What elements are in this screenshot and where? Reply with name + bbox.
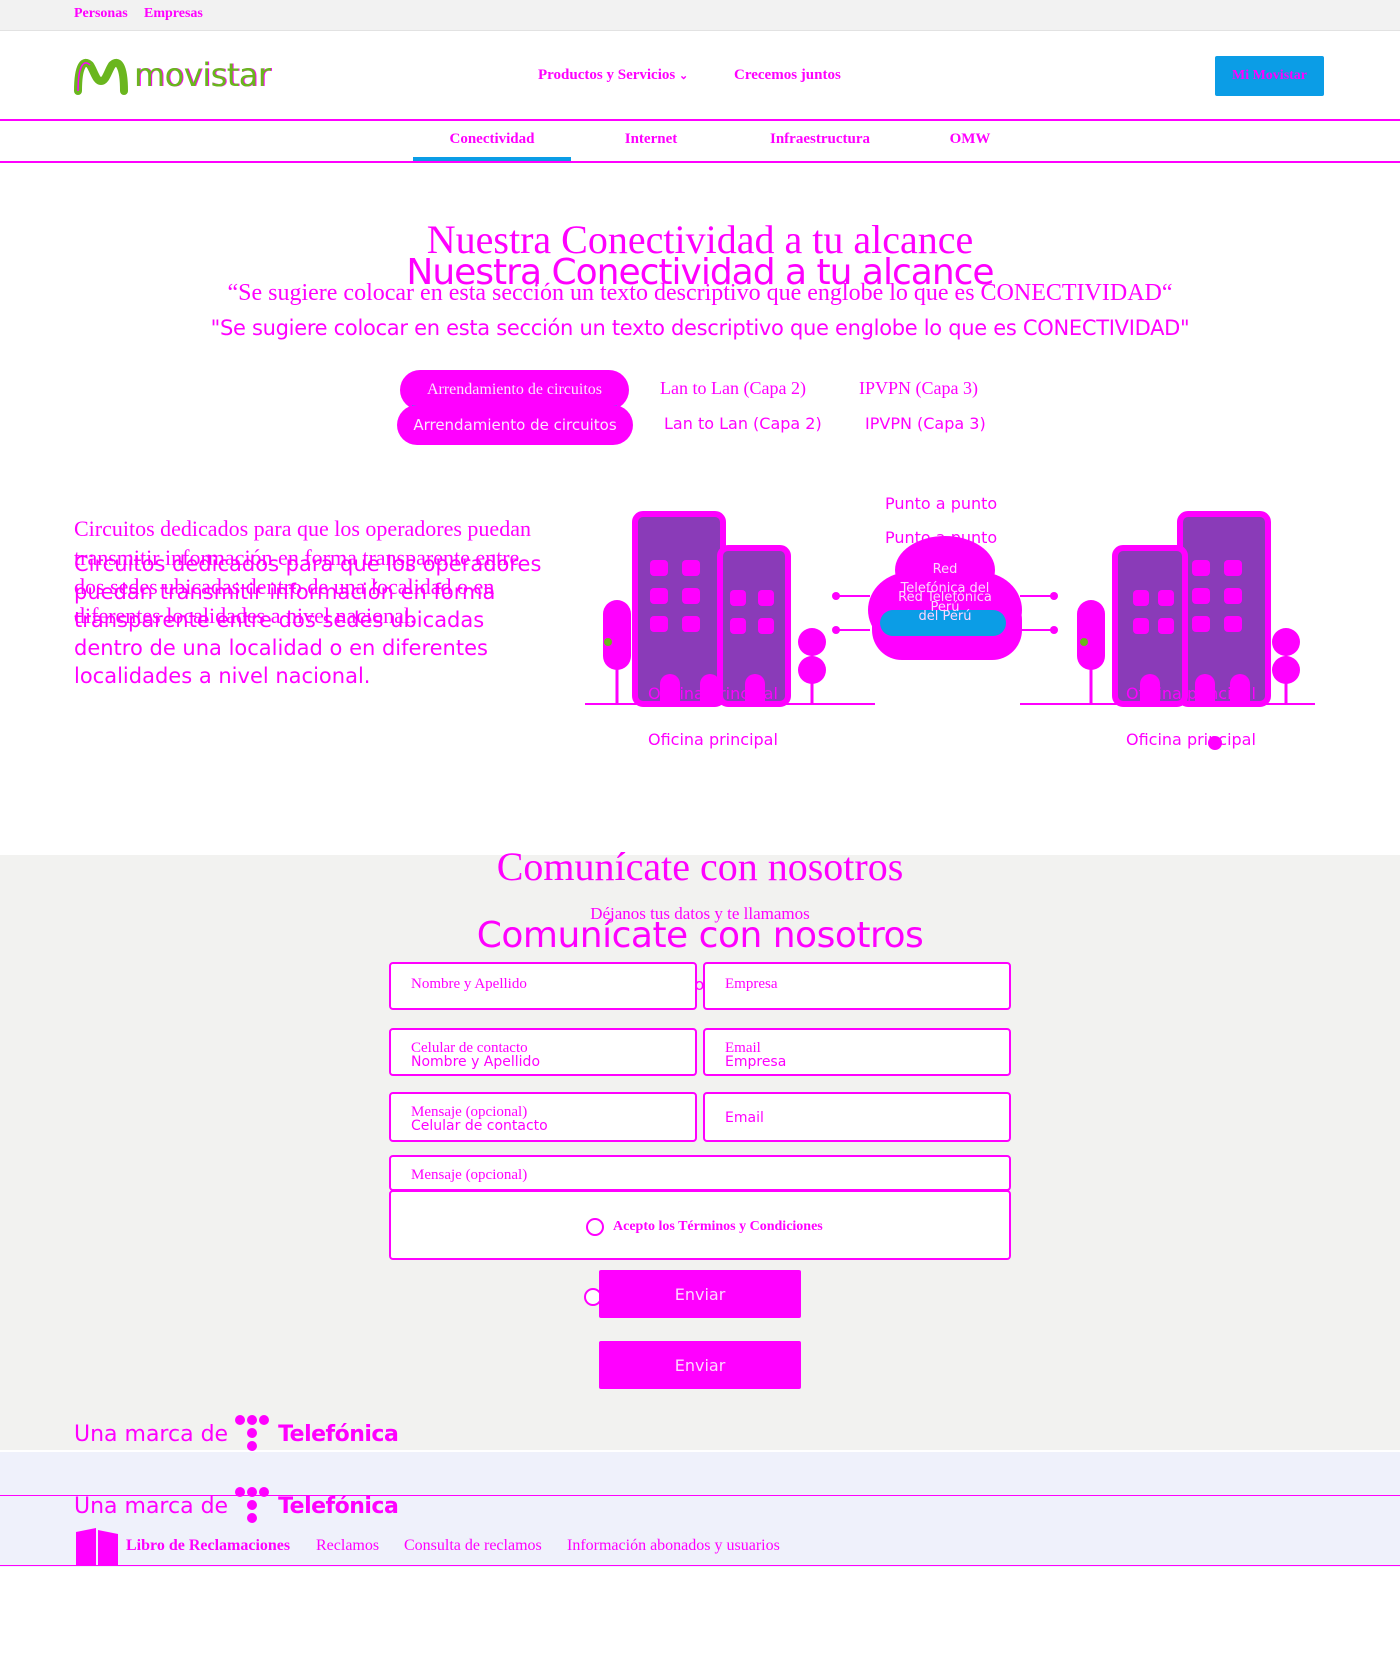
tab-conectividad[interactable]: Conectividad — [413, 131, 571, 148]
brand-name-overlay: Telefónica — [278, 1493, 399, 1519]
service-description-overlay: Circuitos dedicados para que los operado… — [74, 552, 542, 688]
movistar-m-icon — [74, 58, 128, 95]
connection-label: Punto a punto — [885, 494, 998, 513]
nav-crecemos-juntos[interactable]: Crecemos juntos — [734, 67, 841, 84]
empresas-link[interactable]: Empresas — [144, 6, 203, 22]
name-field-overlay-label: Nombre y Apellido — [411, 1054, 541, 1070]
email-field-overlay[interactable]: Email — [703, 1092, 1011, 1142]
page-subtitle: “Se sugiere colocar en esta sección un t… — [227, 280, 1173, 306]
phone-field-overlay-label: Celular de contacto — [411, 1118, 548, 1134]
office-label-right-overlay: Oficina principal — [1126, 730, 1256, 749]
page-subtitle-overlay: "Se sugiere colocar en esta sección un t… — [210, 316, 1190, 340]
telefonica-brand: Una marca de Telefónica — [74, 1414, 399, 1454]
active-tab-indicator — [413, 157, 571, 161]
message-field[interactable]: Mensaje (opcional) — [389, 1155, 1011, 1191]
phone-field[interactable]: Celular de contacto Nombre y Apellido — [389, 1028, 697, 1076]
option-arrendamiento-overlay[interactable]: Arrendamiento de circuitos — [397, 405, 633, 445]
tab-omw[interactable]: OMW — [925, 131, 1015, 148]
phone-field-overlay[interactable]: Mensaje (opcional) Celular de contacto — [389, 1092, 697, 1142]
footer-libro-reclamaciones[interactable]: Libro de Reclamaciones — [126, 1537, 290, 1555]
office-label-left-overlay: Oficina principal — [648, 730, 778, 749]
option-ipvpn-overlay[interactable]: IPVPN (Capa 3) — [865, 414, 986, 433]
terms-radio[interactable] — [586, 1218, 604, 1236]
office-label-right: Oficina principal — [1126, 684, 1256, 703]
email-field[interactable]: Email Empresa — [703, 1028, 1011, 1076]
office-label-left: Oficina principal — [648, 684, 778, 703]
name-field-label: Nombre y Apellido — [411, 976, 527, 992]
movistar-logo[interactable]: movistar — [74, 53, 271, 97]
send-button-overlay[interactable]: Enviar — [599, 1341, 801, 1389]
option-arrendamiento[interactable]: Arrendamiento de circuitos — [400, 370, 629, 410]
telefonica-t-icon — [235, 1415, 270, 1451]
network-illustration: Punto a punto Punto a punto Red Telefóni… — [580, 490, 1320, 760]
terms-label[interactable]: Acepto los Términos y Condiciones — [613, 1219, 823, 1235]
connection-label-overlay: Punto a punto — [885, 528, 998, 547]
contact-subtitle-overlay: Déjanos tus datos y te llamamos — [568, 975, 832, 994]
option-ipvpn[interactable]: IPVPN (Capa 3) — [859, 378, 978, 399]
option-lan-to-lan[interactable]: Lan to Lan (Capa 2) — [660, 378, 806, 399]
tab-internet[interactable]: Internet — [590, 131, 712, 148]
footer-informacion-abonados[interactable]: Información abonados y usuarios — [567, 1537, 780, 1555]
company-field[interactable]: Empresa — [703, 962, 1011, 1010]
company-field-overlay-label: Empresa — [725, 1054, 787, 1070]
brand-name: Telefónica — [278, 1421, 399, 1447]
contact-title: Comunícate con nosotros — [496, 844, 904, 889]
name-field[interactable]: Nombre y Apellido — [389, 962, 697, 1010]
mi-movistar-button[interactable]: Mi Movistar — [1215, 56, 1324, 96]
telefonica-brand-overlay: Una marca de Telefónica — [74, 1486, 399, 1526]
brand-prefix-overlay: Una marca de — [74, 1493, 229, 1519]
brand-prefix: Una marca de — [74, 1421, 229, 1447]
main-header: movistar Productos y Servicios ⌄ Crecemo… — [0, 31, 1400, 121]
footer-divider-top — [0, 1495, 1400, 1496]
footer-divider-bottom — [0, 1565, 1400, 1566]
contact-title-overlay: Comunícate con nosotros — [476, 915, 924, 956]
top-utility-bar: Personas Empresas — [0, 0, 1400, 31]
telefonica-t-icon-overlay — [235, 1487, 270, 1523]
send-button[interactable]: Enviar — [599, 1270, 801, 1318]
chevron-down-icon: ⌄ — [678, 70, 689, 82]
section-tabs: Conectividad Internet Infraestructura OM… — [0, 121, 1400, 163]
footer-reclamos[interactable]: Reclamos — [316, 1537, 379, 1555]
option-lan-to-lan-overlay[interactable]: Lan to Lan (Capa 2) — [664, 414, 822, 433]
nav-products-label: Productos y Servicios — [538, 67, 676, 83]
message-field-overlay-label: Mensaje (opcional) — [411, 1167, 528, 1183]
network-label-overlay: Red Telefónica del Perú — [898, 590, 992, 624]
email-field-overlay-label: Email — [725, 1110, 764, 1126]
nav-products[interactable]: Productos y Servicios ⌄ — [538, 67, 688, 84]
personas-link[interactable]: Personas — [74, 6, 128, 22]
company-field-label: Empresa — [725, 976, 778, 992]
book-icon — [76, 1528, 118, 1566]
footer-consulta-reclamos[interactable]: Consulta de reclamos — [404, 1537, 542, 1555]
tab-infraestructura[interactable]: Infraestructura — [740, 131, 900, 148]
movistar-wordmark: movistar — [134, 56, 271, 94]
